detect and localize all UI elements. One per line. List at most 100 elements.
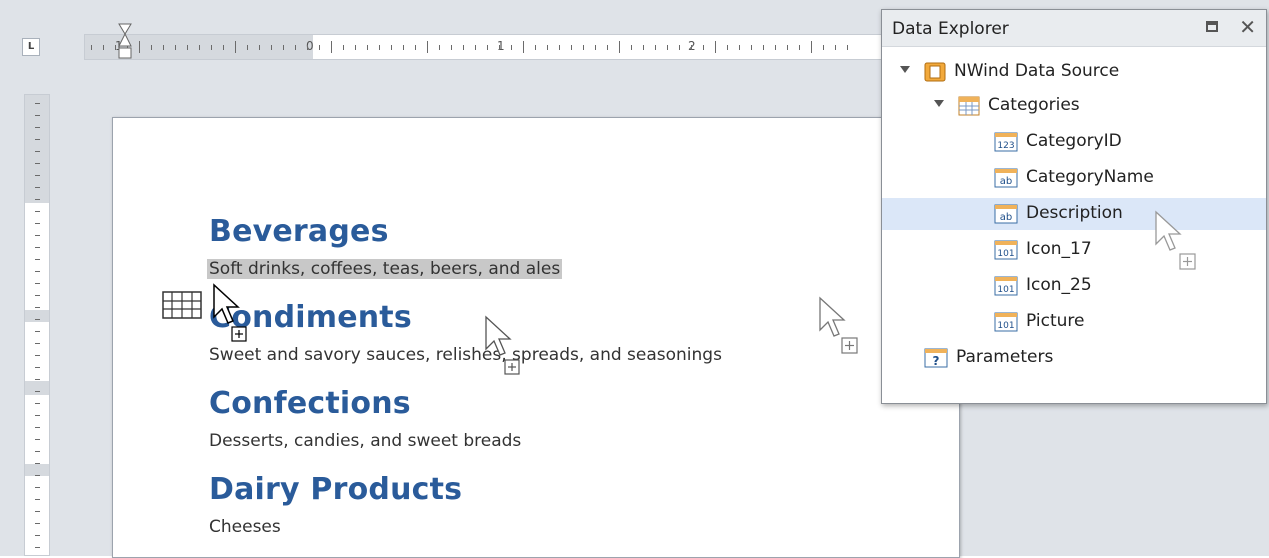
ruler-tick [367, 45, 368, 50]
parameters-badge: ? [933, 354, 940, 368]
table-icon [958, 96, 980, 116]
ruler-tick [35, 163, 40, 164]
category-description[interactable]: Cheeses [209, 517, 281, 537]
binary-field-icon: 101 [994, 312, 1018, 332]
category-name-heading[interactable]: Confections [209, 386, 411, 421]
close-icon[interactable]: ✕ [1239, 15, 1256, 39]
ruler-tick [559, 45, 560, 50]
drag-copy-cursor-icon [213, 283, 247, 342]
ruler-tick [163, 45, 164, 50]
ruler-band-gap [25, 310, 49, 322]
ruler-tick [223, 45, 224, 50]
ruler-tick [35, 247, 40, 248]
category-name-heading[interactable]: Beverages [209, 214, 389, 249]
ruler-tick [571, 45, 572, 50]
ruler-tick [439, 45, 440, 50]
ruler-tick [35, 391, 40, 392]
horizontal-ruler[interactable]: 1 0 1 2 [84, 34, 884, 60]
ruler-tick [283, 45, 284, 50]
ruler-tick [331, 41, 332, 53]
ruler-tick [199, 45, 200, 50]
ruler-tick [763, 45, 764, 50]
tree-item-parameters[interactable]: ? Parameters [882, 342, 1266, 374]
tab-stop-selector[interactable]: L [22, 38, 40, 56]
ruler-tick [35, 523, 40, 524]
tree-item-categories[interactable]: Categories [882, 90, 1266, 122]
drag-copy-cursor-icon [485, 315, 520, 375]
category-description-selected[interactable]: Soft drinks, coffees, teas, beers, and a… [207, 259, 563, 279]
ruler-tick [655, 45, 656, 50]
drag-copy-cursor-icon [819, 296, 858, 354]
expand-arrow-icon[interactable] [900, 66, 910, 73]
expand-arrow-icon[interactable] [934, 100, 944, 107]
ruler-tick [35, 187, 40, 188]
tree-item-label: NWind Data Source [954, 61, 1120, 81]
vertical-ruler[interactable] [24, 94, 50, 556]
ruler-tick [35, 487, 40, 488]
ruler-tick [535, 45, 536, 50]
ruler-tick [607, 45, 608, 50]
category-name-heading[interactable]: Dairy Products [209, 472, 462, 507]
tree-item-label: Icon_25 [1026, 275, 1092, 295]
ruler-tick [35, 511, 40, 512]
ruler-tick [643, 45, 644, 50]
tree-item-field[interactable]: 101 Icon_25 [882, 270, 1266, 302]
ruler-tick [475, 45, 476, 50]
ruler-tick [35, 475, 40, 476]
maximize-icon[interactable] [1206, 21, 1218, 32]
ruler-tick [187, 45, 188, 50]
binary-field-icon: 101 [994, 276, 1018, 296]
ruler-tick [35, 499, 40, 500]
tree-item-label: Description [1026, 203, 1123, 223]
binary-field-icon: 101 [994, 240, 1018, 260]
ruler-tick [679, 45, 680, 50]
category-description[interactable]: Sweet and savory sauces, relishes, sprea… [209, 345, 722, 365]
ruler-tick [35, 331, 40, 332]
ruler-tick [35, 103, 40, 104]
ruler-tick [271, 45, 272, 50]
ruler-tick [487, 45, 488, 50]
ruler-tick [403, 45, 404, 50]
tree-item-label: Categories [988, 95, 1080, 115]
ruler-tick [775, 45, 776, 50]
tree-item-field[interactable]: ab CategoryName [882, 162, 1266, 194]
tree-item-field[interactable]: 101 Icon_17 [882, 234, 1266, 266]
tree-item-data-source[interactable]: NWind Data Source [882, 56, 1266, 88]
ruler-tick [715, 41, 716, 53]
ruler-tick [35, 355, 40, 356]
ruler-tick [35, 151, 40, 152]
ruler-tick [35, 307, 40, 308]
ruler-tick [355, 45, 356, 50]
field-type-badge: 101 [997, 249, 1014, 259]
data-explorer-titlebar[interactable]: Data Explorer ✕ [882, 10, 1266, 47]
ruler-tick [35, 427, 40, 428]
ruler-tick [211, 45, 212, 50]
ruler-tick [151, 45, 152, 50]
ruler-tick [35, 223, 40, 224]
ruler-tick [499, 45, 500, 50]
ruler-tick [35, 547, 40, 548]
ruler-tick [703, 45, 704, 50]
tree-item-field[interactable]: 101 Picture [882, 306, 1266, 338]
ruler-tick [35, 199, 40, 200]
ruler-tick [175, 45, 176, 50]
ruler-tick [35, 175, 40, 176]
ruler-tick [343, 45, 344, 50]
ruler-tick [35, 211, 40, 212]
category-description[interactable]: Desserts, candies, and sweet breads [209, 431, 521, 451]
tree-item-label: Icon_17 [1026, 239, 1092, 259]
ruler-tick [35, 439, 40, 440]
table-insert-icon [162, 291, 202, 319]
data-explorer-title: Data Explorer [892, 19, 1009, 39]
tree-item-label: CategoryID [1026, 131, 1122, 151]
tree-item-field[interactable]: 123 CategoryID [882, 126, 1266, 158]
tree-item-field-highlighted[interactable]: ab Description [882, 198, 1266, 230]
string-field-icon: ab [994, 204, 1018, 224]
ruler-tick [511, 45, 512, 50]
data-explorer-panel: Data Explorer ✕ NWind Data Source Catego… [881, 9, 1267, 404]
ruler-tick [739, 45, 740, 50]
indent-marker[interactable] [117, 22, 133, 68]
ruler-tick [235, 41, 236, 53]
ruler-tick [35, 535, 40, 536]
ruler-tick [751, 45, 752, 50]
